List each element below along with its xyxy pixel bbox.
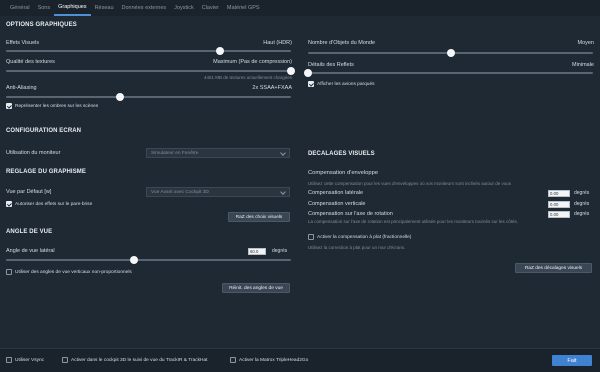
envelope-compensation-title: Compensation d'enveloppe	[308, 170, 379, 176]
reset-view-angles-button[interactable]: Réinit. des angles de vue	[222, 283, 290, 293]
texture-quality-slider-knob[interactable]	[287, 67, 295, 75]
tab-gps-hardware[interactable]: Matériel GPS	[223, 2, 264, 16]
screen-section-title: CONFIGURATION ECRAN	[6, 128, 82, 134]
done-button[interactable]: Fait	[552, 355, 592, 366]
lateral-view-angle-input[interactable]: 60.0	[248, 248, 266, 255]
rotation-compensation-label: Compensation sur l'axe de rotation	[308, 211, 393, 217]
chevron-down-icon	[280, 150, 286, 156]
lateral-view-angle-label: Angle de vue latéral	[6, 248, 55, 254]
default-view-select[interactable]: Vue Avant avec Cockpit 3D	[146, 187, 290, 197]
trackir-checkbox[interactable]	[62, 357, 68, 363]
visual-effects-value: Haut (HDR)	[263, 40, 292, 46]
tab-joystick[interactable]: Joystick	[170, 2, 198, 16]
default-view-label: Vue par Défaut [w]	[6, 189, 52, 195]
tab-bar: Général Sons Graphiques Réseau Données e…	[0, 0, 600, 16]
texture-quality-slider[interactable]	[6, 67, 295, 75]
show-parked-label: Afficher les avions parqués	[317, 82, 375, 87]
chevron-down-icon	[280, 189, 286, 195]
tab-sounds[interactable]: Sons	[34, 2, 55, 16]
ground-compensation-checkbox[interactable]	[308, 234, 314, 240]
render-shadows-label: Représenter les ombres sur les scènes	[15, 104, 99, 109]
reflections-slider-knob[interactable]	[304, 69, 312, 77]
visual-effects-slider-knob[interactable]	[215, 47, 224, 55]
reset-visual-offsets-button[interactable]: RaZ des décalages visuels	[515, 263, 592, 273]
texture-memory-note: 4451 MB de textures actuellement chargée…	[203, 75, 292, 80]
monitor-usage-value: Simulateur en Fenêtre	[151, 150, 199, 156]
windshield-effects-checkbox[interactable]	[6, 201, 12, 207]
tab-graphics[interactable]: Graphiques	[54, 2, 91, 16]
lateral-view-angle-unit: degrés	[272, 248, 288, 254]
matrox-checkbox[interactable]	[230, 357, 236, 363]
texture-quality-value: Maximum (Pas de compression)	[213, 59, 292, 65]
rotation-compensation-unit: degrés	[574, 211, 590, 217]
windshield-effects-label: Autoriser des effets sur le pare-brise	[15, 202, 93, 207]
matrox-label: Activer la Matrox TripleHead2Go	[239, 358, 309, 363]
tab-external-data[interactable]: Données externes	[118, 2, 171, 16]
nonproportional-angles-checkbox[interactable]	[6, 269, 12, 275]
view-angle-section-title: ANGLE DE VUE	[6, 229, 53, 235]
nonproportional-angles-label: Utiliser des angles de vue verticaux non…	[15, 270, 132, 275]
graphics-section-title: OPTIONS GRAPHIQUES	[6, 22, 77, 28]
tab-keyboard[interactable]: Clavier	[198, 2, 223, 16]
world-objects-slider[interactable]	[308, 49, 593, 57]
vertical-compensation-label: Compensation verticale	[308, 201, 366, 207]
anti-aliasing-value: 2x SSAA+FXAA	[252, 85, 292, 91]
rotation-compensation-note: La compensation sur l'axe de rotation es…	[308, 219, 518, 224]
lateral-view-angle-slider-knob[interactable]	[130, 256, 139, 264]
reset-views-button[interactable]: RaZ des choix visuels	[228, 212, 290, 222]
rotation-compensation-input[interactable]: 0.00	[548, 211, 570, 218]
vertical-compensation-unit: degrés	[574, 201, 590, 207]
reflections-label: Détails des Reflets	[308, 62, 354, 68]
visual-effects-label: Effets Visuels	[6, 40, 40, 46]
reflections-slider[interactable]	[304, 69, 593, 77]
anti-aliasing-slider[interactable]	[6, 93, 291, 101]
monitor-usage-label: Utilisation du moniteur	[6, 150, 61, 156]
lateral-view-angle-slider[interactable]	[6, 256, 291, 264]
world-objects-label: Nombre d'Objets du Monde	[308, 40, 376, 46]
texture-quality-label: Qualité des textures	[6, 59, 55, 65]
ground-compensation-label: Activer la compensation à plat (fraction…	[317, 235, 412, 240]
vsync-checkbox[interactable]	[6, 357, 12, 363]
tab-network[interactable]: Réseau	[91, 2, 118, 16]
lateral-compensation-label: Compensation latérale	[308, 190, 364, 196]
envelope-compensation-note: Utilisez cette compensation pour les vue…	[308, 181, 511, 186]
lateral-compensation-input[interactable]: 0.00	[548, 190, 570, 197]
ground-compensation-note: Utilisez la correction à plat pour un mu…	[308, 245, 406, 250]
anti-aliasing-label: Anti-Aliasing	[6, 85, 37, 91]
tab-general[interactable]: Général	[6, 2, 34, 16]
vertical-compensation-input[interactable]: 0.00	[548, 201, 570, 208]
visual-offsets-section-title: DECALAGES VISUELS	[308, 151, 375, 157]
reflections-value: Minimale	[571, 62, 594, 68]
trackir-label: Activer dans le cockpit 3D le suivi de v…	[71, 358, 208, 363]
graphism-section-title: REGLAGE DU GRAPHISME	[6, 169, 87, 175]
show-parked-checkbox[interactable]	[308, 81, 314, 87]
world-objects-slider-knob[interactable]	[446, 49, 455, 57]
world-objects-value: Moyen	[577, 40, 594, 46]
lateral-compensation-unit: degrés	[574, 190, 590, 196]
monitor-usage-select[interactable]: Simulateur en Fenêtre	[146, 148, 290, 158]
anti-aliasing-slider-knob[interactable]	[116, 93, 124, 101]
visual-effects-slider[interactable]	[6, 47, 291, 55]
default-view-value: Vue Avant avec Cockpit 3D	[151, 189, 209, 195]
render-shadows-checkbox[interactable]	[6, 103, 12, 109]
vsync-label: Utiliser Vsync	[15, 358, 45, 363]
